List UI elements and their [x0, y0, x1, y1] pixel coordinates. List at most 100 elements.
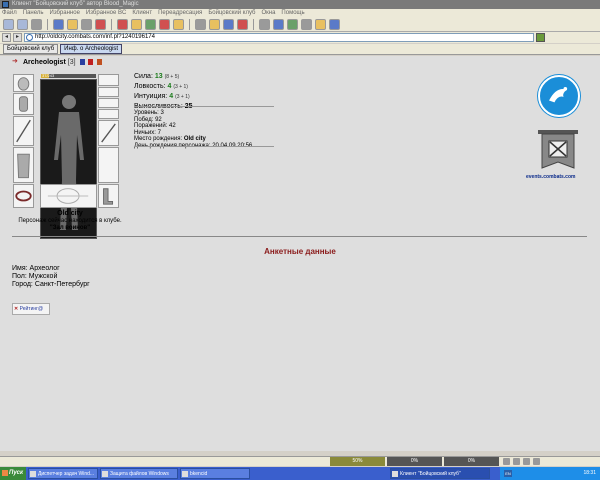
divider	[134, 146, 274, 147]
chest-icon[interactable]	[173, 19, 184, 30]
record-block: Уровень: 3 Побед: 92 Поражений: 42 Ничьи…	[134, 110, 252, 149]
taskbar: Пуск Диспетчер задач Wind... Защита файл…	[0, 467, 600, 480]
menu-favorites-bc[interactable]: Избранное BC	[86, 9, 126, 18]
bookmark-icon[interactable]	[95, 19, 106, 30]
sword-icon[interactable]	[159, 19, 170, 30]
info-label: Место рождения:	[134, 136, 183, 142]
task-item-taskmgr[interactable]: Диспетчер задач Wind...	[28, 468, 98, 479]
task-item-client[interactable]: Клиент "Бойцовский клуб"	[390, 468, 490, 479]
trophy-icon[interactable]	[209, 19, 220, 30]
user-icon[interactable]	[223, 19, 234, 30]
settings-icon[interactable]	[81, 19, 92, 30]
boots-slot[interactable]	[98, 184, 119, 208]
rating-counter[interactable]: ✕ Рейтинг@	[12, 303, 50, 315]
banner-icon[interactable]	[536, 128, 580, 174]
earring-slot[interactable]	[98, 74, 119, 86]
shield-slot[interactable]	[98, 147, 119, 183]
bracer-slot[interactable]	[13, 93, 34, 115]
ring-slot[interactable]	[98, 98, 119, 108]
info-icon[interactable]	[259, 19, 270, 30]
task-icon	[182, 471, 188, 477]
location-status: Персонаж сейчас находится в клубе.	[18, 218, 122, 224]
toolbar-separator	[189, 19, 190, 30]
tab-fight-club[interactable]: Бойцовский клуб	[3, 44, 59, 54]
back-icon[interactable]	[3, 19, 14, 30]
menu-redirect[interactable]: Переадресация	[158, 9, 202, 18]
task-label: Защита файлов Windows	[110, 471, 169, 477]
address-back-icon[interactable]: ◂	[2, 33, 11, 42]
dragon-icon	[549, 86, 568, 103]
system-tray: EN 18:31	[500, 467, 600, 480]
stop-icon[interactable]	[31, 19, 42, 30]
stat-value: 13	[154, 73, 163, 80]
toolbar-separator	[253, 19, 254, 30]
potion-icon[interactable]	[131, 19, 142, 30]
right-weapon-slot[interactable]	[98, 120, 119, 146]
ring-slot-2[interactable]	[98, 109, 119, 119]
helmet-slot[interactable]	[13, 74, 34, 92]
profile-title: Анкетные данные	[264, 247, 336, 256]
gift-icon[interactable]	[237, 19, 248, 30]
menu-favorites[interactable]: Избранное	[50, 9, 80, 18]
task-icon	[30, 471, 36, 477]
info-label: Уровень:	[134, 110, 159, 116]
bracer-icon	[18, 96, 29, 112]
heart-icon[interactable]	[117, 19, 128, 30]
start-button[interactable]: Пуск	[0, 467, 26, 480]
info-value: 3	[160, 110, 164, 116]
arrow-icon: ➜	[12, 58, 18, 65]
home-icon[interactable]	[67, 19, 78, 30]
clan-badge-icon[interactable]	[79, 59, 85, 66]
align-badge-icon[interactable]	[97, 59, 103, 66]
map-icon[interactable]	[273, 19, 284, 30]
character-name[interactable]: Archeologist	[23, 59, 66, 66]
app-icon	[2, 1, 9, 8]
info-value: Old city	[183, 136, 206, 142]
scroll-icon[interactable]	[145, 19, 156, 30]
language-indicator[interactable]: EN	[504, 470, 512, 477]
stat-agility: Ловкость: 4 (3 + 1)	[134, 82, 193, 92]
refresh-icon[interactable]	[53, 19, 64, 30]
menu-client[interactable]: Клиент	[132, 9, 152, 18]
info-label: Ничьих:	[134, 129, 156, 136]
profile-fields: Имя: Археолог Пол: Мужской Город: Санкт-…	[12, 265, 90, 289]
armor-icon	[17, 153, 30, 179]
belt-icon	[15, 190, 32, 202]
amulet-slot[interactable]	[98, 87, 119, 97]
left-weapon-slot[interactable]	[13, 116, 34, 146]
task-item-file-protection[interactable]: Защита файлов Windows	[100, 468, 178, 479]
star-icon[interactable]	[315, 19, 326, 30]
address-forward-icon[interactable]: ▸	[13, 33, 22, 42]
yin-yang-icon[interactable]	[195, 19, 206, 30]
menu-panel[interactable]: Панель	[23, 9, 44, 18]
chat-icon[interactable]	[287, 19, 298, 30]
events-link[interactable]: events.combats.com	[526, 174, 575, 180]
armor-slot[interactable]	[13, 147, 34, 183]
go-icon[interactable]	[536, 33, 545, 42]
toolbar-separator	[111, 19, 112, 30]
toolbar	[0, 18, 600, 32]
pocket-slot[interactable]	[40, 184, 97, 208]
tab-character-info[interactable]: Инф. о Archeologist	[60, 44, 123, 54]
info-badge-icon[interactable]	[88, 59, 94, 66]
rating-icon: ✕	[14, 306, 19, 312]
stat-label: Ловкость:	[134, 83, 166, 90]
status-bar: 50% 0% 0%	[0, 456, 600, 466]
events-logo-icon[interactable]	[538, 75, 580, 117]
clock: 18:31	[583, 470, 596, 476]
rating-label: Рейтинг@	[19, 306, 44, 312]
stat-value: 4	[167, 83, 172, 90]
url-field[interactable]: http://oldcity.combats.com/inf.pl?124019…	[24, 33, 534, 42]
menu-fight-club[interactable]: Бойцовский клуб	[208, 9, 255, 18]
stat-label: Интуиция:	[134, 93, 168, 100]
menu-help[interactable]: Помощь	[281, 9, 304, 18]
task-item-bkencid[interactable]: bkencid	[180, 468, 250, 479]
hp-bar: 37/243	[41, 73, 96, 78]
menu-file[interactable]: Файл	[2, 9, 17, 18]
mail-icon[interactable]	[329, 19, 340, 30]
tools-icon[interactable]	[301, 19, 312, 30]
profile-city: Город: Санкт-Петербург	[12, 281, 90, 288]
menu-windows[interactable]: Окна	[261, 9, 275, 18]
belt-slot[interactable]	[13, 184, 34, 208]
forward-icon[interactable]	[17, 19, 28, 30]
